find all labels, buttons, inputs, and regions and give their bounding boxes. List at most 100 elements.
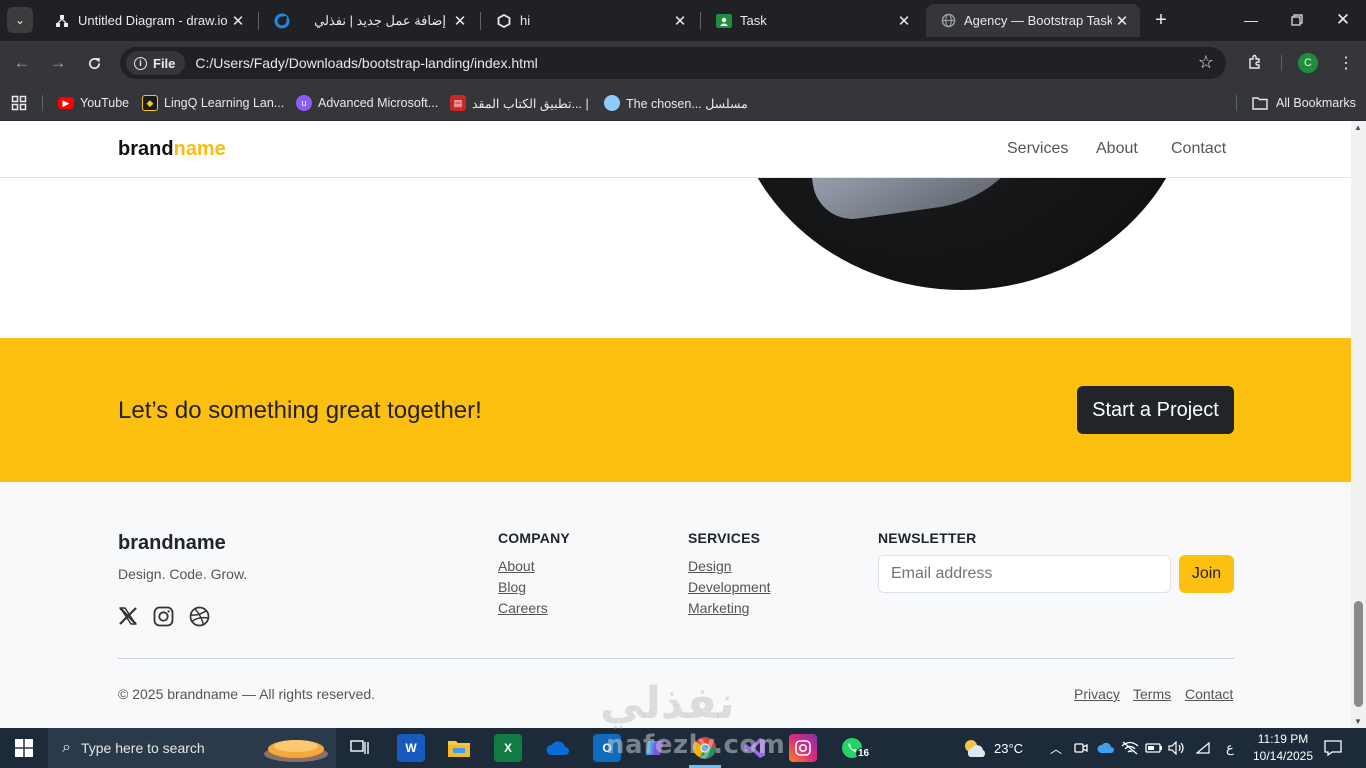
- footer-tagline: Design. Code. Grow.: [118, 566, 248, 582]
- battery-icon[interactable]: [1145, 728, 1163, 768]
- whatsapp-icon[interactable]: 16: [838, 734, 872, 762]
- onedrive-icon[interactable]: [544, 734, 572, 762]
- brand-part-1: brand: [118, 138, 174, 160]
- tab-hi[interactable]: hi ✕: [482, 4, 698, 37]
- dribbble-icon[interactable]: [189, 606, 211, 628]
- footer-link-design[interactable]: Design: [688, 558, 732, 574]
- page-scrollbar[interactable]: ▲ ▼: [1351, 121, 1366, 728]
- instagram-app-icon[interactable]: [789, 734, 817, 762]
- legal-link-privacy[interactable]: Privacy: [1074, 686, 1120, 702]
- lingq-icon: ◆: [142, 95, 158, 111]
- bookmark-label: Advanced Microsoft...: [318, 96, 439, 110]
- tab-nafezly[interactable]: إضافة عمل جديد | نفذلي ✕: [260, 4, 478, 37]
- footer-link-marketing[interactable]: Marketing: [688, 600, 749, 616]
- notifications-icon[interactable]: [1322, 737, 1344, 759]
- all-bookmarks-button[interactable]: All Bookmarks: [1252, 92, 1356, 114]
- join-button[interactable]: Join: [1179, 555, 1234, 593]
- onedrive-tray-icon[interactable]: [1097, 728, 1115, 768]
- close-icon[interactable]: ✕: [228, 11, 248, 31]
- address-bar[interactable]: i File C:/Users/Fady/Downloads/bootstrap…: [120, 47, 1226, 79]
- tab-title: Agency — Bootstrap Task: [964, 13, 1112, 28]
- nav-contact[interactable]: Contact: [1171, 140, 1226, 158]
- hero-portrait-image: [729, 178, 1195, 290]
- back-button[interactable]: ←: [10, 51, 34, 75]
- company-heading: COMPANY: [498, 530, 570, 546]
- bookmark-bible-app[interactable]: ▤ تطبيق الكتاب المقد... |: [450, 92, 589, 114]
- nav-services[interactable]: Services: [1007, 140, 1068, 158]
- tab-search-button[interactable]: ⌄: [7, 7, 33, 33]
- site-navbar: brandname Services About Contact: [0, 121, 1351, 178]
- footer-link-development[interactable]: Development: [688, 579, 771, 595]
- weather-temp: 23°C: [994, 740, 1024, 756]
- extensions-icon[interactable]: [1244, 51, 1266, 73]
- meet-now-icon[interactable]: [1074, 728, 1088, 768]
- tab-task[interactable]: Task ✕: [702, 4, 922, 37]
- bookmark-chosen[interactable]: The chosen... مسلسل: [604, 92, 748, 114]
- restore-button[interactable]: [1274, 0, 1320, 40]
- brand-logo[interactable]: brandname: [118, 138, 226, 161]
- instagram-icon[interactable]: [153, 606, 175, 628]
- hero-section: [0, 178, 1351, 338]
- tab-divider: [480, 12, 481, 30]
- footer-link-blog[interactable]: Blog: [498, 579, 526, 595]
- close-icon[interactable]: ✕: [670, 11, 690, 31]
- tab-divider: [700, 12, 701, 30]
- input-language-indicator[interactable]: ع: [1226, 728, 1234, 768]
- start-project-button[interactable]: Start a Project: [1077, 386, 1234, 434]
- start-button[interactable]: [0, 728, 48, 768]
- new-tab-button[interactable]: +: [1150, 9, 1172, 31]
- bookmark-star-icon[interactable]: ☆: [1198, 52, 1214, 73]
- cta-section: Let’s do something great together! Start…: [0, 338, 1351, 482]
- site-info-chip[interactable]: i File: [126, 51, 186, 75]
- close-icon[interactable]: ✕: [450, 11, 470, 31]
- nav-about[interactable]: About: [1096, 140, 1138, 158]
- globe-icon: [940, 13, 956, 29]
- task-view-icon[interactable]: [346, 734, 374, 762]
- bookmarks-divider: [42, 95, 43, 111]
- weather-widget[interactable]: 23°C: [962, 728, 1023, 768]
- taskbar-clock[interactable]: 11:19 PM 10/14/2025: [1246, 731, 1320, 765]
- bookmark-label: تطبيق الكتاب المقد... |: [472, 96, 589, 111]
- url-text[interactable]: C:/Users/Fady/Downloads/bootstrap-landin…: [195, 55, 537, 71]
- nafezly-icon: [274, 13, 290, 29]
- browser-toolbar: ← → i File C:/Users/Fady/Downloads/boots…: [0, 41, 1366, 85]
- excel-icon[interactable]: X: [494, 734, 522, 762]
- volume-icon[interactable]: [1168, 728, 1186, 768]
- email-field[interactable]: [878, 555, 1171, 593]
- scrollbar-thumb[interactable]: [1354, 601, 1363, 707]
- clock-date: 10/14/2025: [1252, 749, 1314, 763]
- footer-link-about[interactable]: About: [498, 558, 535, 574]
- tray-overflow-icon[interactable]: ︿: [1050, 728, 1062, 768]
- tab-agency[interactable]: Agency — Bootstrap Task ✕: [926, 4, 1140, 37]
- menu-kebab-icon[interactable]: ⋮: [1336, 51, 1356, 75]
- network-icon[interactable]: [1121, 728, 1139, 768]
- profile-avatar[interactable]: C: [1298, 53, 1318, 73]
- file-explorer-icon[interactable]: [445, 734, 473, 762]
- tab-divider: [258, 12, 259, 30]
- forward-button[interactable]: →: [46, 51, 70, 75]
- close-icon[interactable]: ✕: [1112, 11, 1132, 31]
- bookmark-youtube[interactable]: ▶ YouTube: [58, 92, 129, 114]
- clock-time: 11:19 PM: [1257, 732, 1309, 746]
- scroll-down-arrow-icon[interactable]: ▼: [1354, 717, 1362, 726]
- bookmark-microsoft[interactable]: u Advanced Microsoft...: [296, 92, 438, 114]
- copyright-text: © 2025 brandname — All rights reserved.: [118, 686, 376, 702]
- footer-link-careers[interactable]: Careers: [498, 600, 548, 616]
- tab-drawio[interactable]: Untitled Diagram - draw.io ✕: [40, 4, 256, 37]
- close-icon[interactable]: ✕: [894, 11, 914, 31]
- close-window-button[interactable]: ✕: [1320, 0, 1366, 40]
- bookmark-label: YouTube: [80, 96, 130, 110]
- legal-link-terms[interactable]: Terms: [1133, 686, 1171, 702]
- toolbar-divider: [1281, 55, 1282, 71]
- youtube-icon: ▶: [58, 97, 74, 109]
- bookmark-lingq[interactable]: ◆ LingQ Learning Lan...: [142, 92, 284, 114]
- tab-title: Task: [740, 13, 767, 28]
- x-twitter-icon[interactable]: [118, 606, 140, 628]
- apps-grid-icon[interactable]: [11, 92, 27, 114]
- legal-link-contact[interactable]: Contact: [1185, 686, 1233, 702]
- scroll-up-arrow-icon[interactable]: ▲: [1354, 123, 1362, 132]
- word-icon[interactable]: W: [397, 734, 425, 762]
- reload-button[interactable]: [82, 51, 106, 75]
- wifi-icon[interactable]: [1196, 728, 1210, 768]
- minimize-button[interactable]: —: [1228, 0, 1274, 40]
